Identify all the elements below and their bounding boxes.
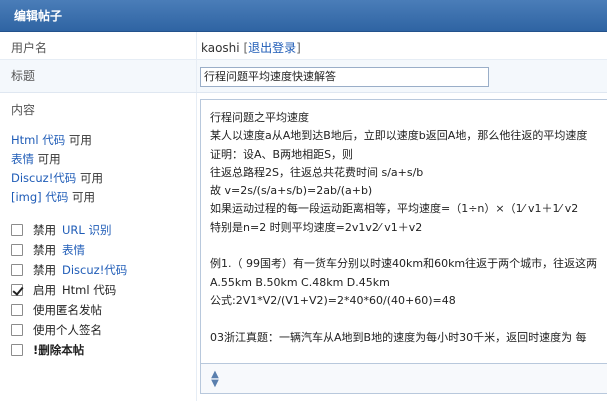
content-row: 内容 Html 代码 可用 表情 可用 Discuz!代码 可用 [img] 代… [0, 93, 607, 401]
smilies-status: 表情 可用 [11, 150, 103, 169]
code-availability-list: Html 代码 可用 表情 可用 Discuz!代码 可用 [img] 代码 可… [11, 131, 103, 207]
bracket-close: ] [296, 41, 301, 55]
anonymous-checkbox[interactable] [11, 304, 23, 316]
smilies-link[interactable]: 表情 [11, 152, 34, 166]
subject-label: 标题 [11, 69, 36, 83]
user-label-cell: 用户名 [0, 32, 197, 59]
disable-url-link[interactable]: URL 识别 [62, 222, 111, 238]
content-label-cell: 内容 Html 代码 可用 表情 可用 Discuz!代码 可用 [img] 代… [0, 93, 197, 401]
editor-line: A.55km B.50km C.48km D.45km [210, 275, 390, 289]
img-code-status: [img] 代码 可用 [11, 188, 103, 207]
username-label: 用户名 [11, 41, 48, 55]
delete-post-label: !删除本帖 [33, 343, 85, 357]
disable-url-checkbox[interactable] [11, 224, 23, 236]
editor-line: 公式:2V1*V2/(V1+V2)=2*40*60/(40+60)=48 [210, 293, 456, 307]
editor-line: 故 v=2s/(s/a+s/b)=2ab/(a+b) [210, 184, 373, 198]
option-disable-discuz: 禁用 Discuz!代码 [11, 260, 127, 280]
enable-html-prefix: 启用 [33, 283, 56, 297]
user-row: 用户名 kaoshi [退出登录] [0, 32, 607, 60]
subject-row: 标题 行程问题平均速度快速解答 [0, 60, 607, 93]
username-value-group: kaoshi [退出登录] [201, 39, 301, 56]
logout-link[interactable]: 退出登录 [248, 41, 296, 55]
html-code-link[interactable]: Html 代码 [11, 133, 65, 147]
discuz-code-availability: 可用 [79, 171, 103, 185]
editor-line: 如果运动过程的每一段运动距离相等，平均速度=（1÷n）×（1⁄ v1＋1⁄ v2 [210, 202, 579, 216]
resize-arrows-icon[interactable]: ▲ ▼ [209, 370, 221, 389]
disable-smilies-prefix: 禁用 [33, 243, 56, 257]
disable-discuz-checkbox[interactable] [11, 264, 23, 276]
option-signature: 使用个人签名 [11, 320, 127, 340]
editor-line: 例1.（ 99国考）有一货车分别以时速40km和60km往返于两个城市，往返这两 [210, 257, 598, 271]
editor-footer: ▲ ▼ [200, 364, 607, 394]
enable-html-label: Html 代码 [62, 283, 117, 297]
option-disable-url: 禁用 URL 识别 [11, 220, 127, 240]
signature-checkbox[interactable] [11, 324, 23, 336]
discuz-code-status: Discuz!代码 可用 [11, 169, 103, 188]
post-options: 禁用 URL 识别 禁用 表情 禁用 Discuz!代码 启用 Html 代码 … [11, 220, 127, 360]
editor-line: 特别是n=2 时则平均速度=2v1v2⁄ v1＋v2 [210, 220, 423, 234]
anonymous-label: 使用匿名发帖 [33, 303, 102, 317]
editor-line: 行程问题之平均速度 [210, 111, 309, 124]
message-editor[interactable]: 行程问题之平均速度 某人以速度a从A地到达B地后，立即以速度b返回A地，那么他往… [200, 99, 607, 364]
panel-title: 编辑帖子 [0, 0, 607, 32]
username-text: kaoshi [201, 41, 240, 55]
editor-line: 03浙江真题：一辆汽车从A地到B地的速度为每小时30千米，返回时速度为 每 [210, 330, 587, 344]
html-code-status: Html 代码 可用 [11, 131, 103, 150]
editor-line: 证明：设A、B两地相距S，则 [210, 147, 354, 161]
img-code-link[interactable]: [img] 代码 [11, 190, 68, 204]
content-label: 内容 [11, 103, 36, 117]
disable-smilies-checkbox[interactable] [11, 244, 23, 256]
disable-discuz-prefix: 禁用 [33, 263, 56, 277]
enable-html-checkbox[interactable] [11, 284, 23, 296]
html-code-availability: 可用 [68, 133, 92, 147]
option-delete: !删除本帖 [11, 340, 127, 360]
editor-line: 往返总路程2S，往返总共花费时间 s/a+s/b [210, 165, 424, 179]
subject-input[interactable]: 行程问题平均速度快速解答 [200, 67, 489, 87]
editor-line: 某人以速度a从A地到达B地后，立即以速度b返回A地，那么他往返的平均速度 [210, 129, 588, 143]
option-enable-html: 启用 Html 代码 [11, 280, 127, 300]
disable-url-prefix: 禁用 [33, 223, 56, 237]
disable-discuz-link[interactable]: Discuz!代码 [62, 262, 127, 278]
signature-label: 使用个人签名 [33, 323, 102, 337]
subject-label-cell: 标题 [0, 60, 197, 92]
option-disable-smilies: 禁用 表情 [11, 240, 127, 260]
delete-post-checkbox[interactable] [11, 344, 23, 356]
discuz-code-link[interactable]: Discuz!代码 [11, 171, 76, 185]
option-anonymous: 使用匿名发帖 [11, 300, 127, 320]
disable-smilies-link[interactable]: 表情 [62, 242, 85, 258]
smilies-availability: 可用 [37, 152, 61, 166]
img-code-availability: 可用 [71, 190, 95, 204]
